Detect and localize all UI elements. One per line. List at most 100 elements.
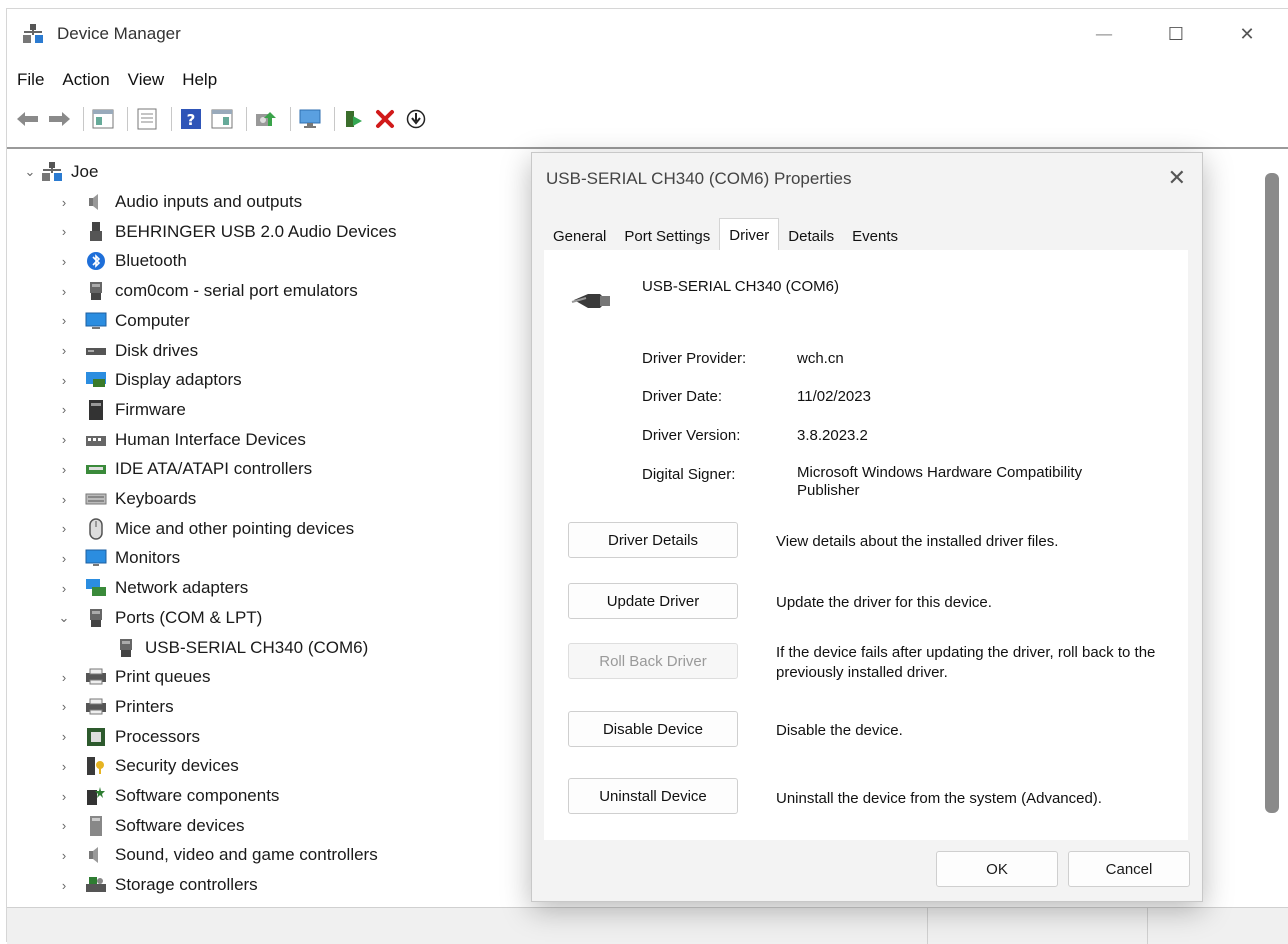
chevron-right-icon[interactable]: › bbox=[57, 284, 71, 299]
tab-details[interactable]: Details bbox=[779, 222, 843, 251]
display-adapter-icon bbox=[85, 369, 107, 391]
chevron-right-icon[interactable]: › bbox=[57, 848, 71, 863]
chevron-down-icon[interactable]: ⌄ bbox=[23, 164, 37, 180]
chevron-down-icon[interactable]: ⌄ bbox=[57, 610, 71, 626]
chevron-right-icon[interactable]: › bbox=[57, 670, 71, 685]
chevron-right-icon[interactable]: › bbox=[57, 878, 71, 893]
dialog-close-icon[interactable]: ✕ bbox=[1168, 165, 1186, 191]
minimize-button[interactable]: — bbox=[1069, 9, 1139, 59]
tree-category-storage-controllers[interactable]: › Storage controllers bbox=[57, 870, 258, 900]
chevron-right-icon[interactable]: › bbox=[57, 224, 71, 239]
ok-button[interactable]: OK bbox=[936, 851, 1058, 887]
dialog-tabs: General Port Settings Driver Details Eve… bbox=[544, 217, 907, 251]
tree-category-bluetooth[interactable]: › Bluetooth bbox=[57, 246, 187, 276]
chevron-right-icon[interactable]: › bbox=[57, 699, 71, 714]
tab-driver[interactable]: Driver bbox=[719, 218, 780, 251]
tree-item-label: Ports (COM & LPT) bbox=[115, 607, 263, 627]
tree-category-audio-inputs-and-outputs[interactable]: › Audio inputs and outputs bbox=[57, 187, 302, 217]
cancel-button[interactable]: Cancel bbox=[1068, 851, 1190, 887]
tree-item-label: IDE ATA/ATAPI controllers bbox=[115, 459, 313, 479]
tree-category-processors[interactable]: › Processors bbox=[57, 722, 200, 752]
top-strip bbox=[0, 0, 1288, 8]
update-driver-dialog-button[interactable]: Update Driver bbox=[568, 583, 738, 619]
view-devices-button[interactable] bbox=[297, 106, 323, 132]
close-button[interactable]: ✕ bbox=[1212, 9, 1282, 59]
chevron-right-icon[interactable]: › bbox=[57, 759, 71, 774]
tab-events[interactable]: Events bbox=[843, 222, 907, 251]
maximize-button[interactable]: ☐ bbox=[1141, 9, 1211, 59]
driver-details-description: View details about the installed driver … bbox=[776, 533, 1059, 550]
printer-icon bbox=[85, 696, 107, 718]
tree-category-software-devices[interactable]: › Software devices bbox=[57, 811, 244, 841]
software-component-icon bbox=[85, 785, 107, 807]
chevron-right-icon[interactable]: › bbox=[57, 521, 71, 536]
tree-item-label: Human Interface Devices bbox=[115, 429, 306, 449]
chevron-right-icon[interactable]: › bbox=[57, 432, 71, 447]
tree-category-software-components[interactable]: › Software components bbox=[57, 781, 279, 811]
chevron-right-icon[interactable]: › bbox=[57, 343, 71, 358]
tree-category-security-devices[interactable]: › Security devices bbox=[57, 751, 239, 781]
tab-port-settings[interactable]: Port Settings bbox=[615, 222, 719, 251]
tree-category-printers[interactable]: › Printers bbox=[57, 692, 174, 722]
uninstall-device-button[interactable] bbox=[372, 106, 398, 132]
uninstall-device-dialog-button[interactable]: Uninstall Device bbox=[568, 778, 738, 814]
driver-provider-value: wch.cn bbox=[797, 350, 844, 367]
tree-item-label: Network adapters bbox=[115, 578, 249, 598]
tree-category-print-queues[interactable]: › Print queues bbox=[57, 662, 211, 692]
tree-item-label: Bluetooth bbox=[115, 251, 187, 271]
menu-file[interactable]: File bbox=[7, 70, 53, 90]
chevron-right-icon[interactable]: › bbox=[57, 492, 71, 507]
chevron-right-icon[interactable]: › bbox=[57, 402, 71, 417]
toolbar-separator bbox=[334, 107, 335, 131]
tree-category-sound-video-and-game-controllers[interactable]: › Sound, video and game controllers bbox=[57, 840, 378, 870]
show-hide-console-tree-button[interactable] bbox=[90, 106, 116, 132]
tree-category-display-adaptors[interactable]: › Display adaptors bbox=[57, 365, 242, 395]
chevron-right-icon[interactable]: › bbox=[57, 373, 71, 388]
tree-category-firmware[interactable]: › Firmware bbox=[57, 395, 186, 425]
tree-category-disk-drives[interactable]: › Disk drives bbox=[57, 336, 198, 366]
properties-button[interactable] bbox=[134, 106, 160, 132]
tree-item-label: Sound, video and game controllers bbox=[115, 845, 378, 865]
tree-category-network-adapters[interactable]: › Network adapters bbox=[57, 573, 248, 603]
roll-back-driver-button[interactable]: Roll Back Driver bbox=[568, 643, 738, 679]
chevron-right-icon[interactable]: › bbox=[57, 729, 71, 744]
tree-category-com0com-serial-port-emulators[interactable]: › com0com - serial port emulators bbox=[57, 276, 358, 306]
menu-action[interactable]: Action bbox=[53, 70, 118, 90]
tree-category-monitors[interactable]: › Monitors bbox=[57, 543, 180, 573]
chevron-right-icon[interactable]: › bbox=[57, 551, 71, 566]
toolbar: ? bbox=[7, 101, 1288, 137]
tree-category-behringer-usb-2-0-audio-devices[interactable]: › BEHRINGER USB 2.0 Audio Devices bbox=[57, 217, 397, 247]
back-button[interactable] bbox=[15, 106, 41, 132]
update-driver-button[interactable] bbox=[341, 106, 367, 132]
chevron-right-icon[interactable]: › bbox=[57, 789, 71, 804]
tree-device-usb-serial-ch340-com6[interactable]: USB-SERIAL CH340 (COM6) bbox=[115, 633, 368, 663]
driver-tab-panel: USB-SERIAL CH340 (COM6) Driver Provider:… bbox=[544, 250, 1188, 840]
driver-details-button[interactable]: Driver Details bbox=[568, 522, 738, 558]
tree-category-human-interface-devices[interactable]: › Human Interface Devices bbox=[57, 425, 306, 455]
disable-device-button[interactable] bbox=[403, 106, 429, 132]
menu-help[interactable]: Help bbox=[173, 70, 226, 90]
tree-category-ports-com-lpt[interactable]: ⌄ Ports (COM & LPT) bbox=[57, 603, 262, 633]
chevron-right-icon[interactable]: › bbox=[57, 581, 71, 596]
chevron-right-icon[interactable]: › bbox=[57, 313, 71, 328]
forward-button[interactable] bbox=[46, 106, 72, 132]
tree-category-ide-ata-atapi-controllers[interactable]: › IDE ATA/ATAPI controllers bbox=[57, 454, 312, 484]
chevron-right-icon[interactable]: › bbox=[57, 195, 71, 210]
tree-root-joe[interactable]: ⌄ Joe bbox=[23, 157, 98, 187]
tree-scrollbar[interactable] bbox=[1265, 173, 1279, 813]
disable-device-dialog-button[interactable]: Disable Device bbox=[568, 711, 738, 747]
tree-category-mice-and-other-pointing-devices[interactable]: › Mice and other pointing devices bbox=[57, 514, 354, 544]
chevron-right-icon[interactable]: › bbox=[57, 818, 71, 833]
computer-icon bbox=[85, 310, 107, 332]
chevron-right-icon[interactable]: › bbox=[57, 254, 71, 269]
action-pane-button[interactable] bbox=[209, 106, 235, 132]
chevron-right-icon[interactable]: › bbox=[57, 462, 71, 477]
scan-hardware-changes-button[interactable] bbox=[253, 106, 279, 132]
menu-view[interactable]: View bbox=[119, 70, 174, 90]
software-device-icon bbox=[85, 815, 107, 837]
tree-category-computer[interactable]: › Computer bbox=[57, 306, 190, 336]
help-button[interactable]: ? bbox=[178, 106, 204, 132]
svg-text:?: ? bbox=[187, 111, 196, 129]
tab-general[interactable]: General bbox=[544, 222, 615, 251]
tree-category-keyboards[interactable]: › Keyboards bbox=[57, 484, 196, 514]
